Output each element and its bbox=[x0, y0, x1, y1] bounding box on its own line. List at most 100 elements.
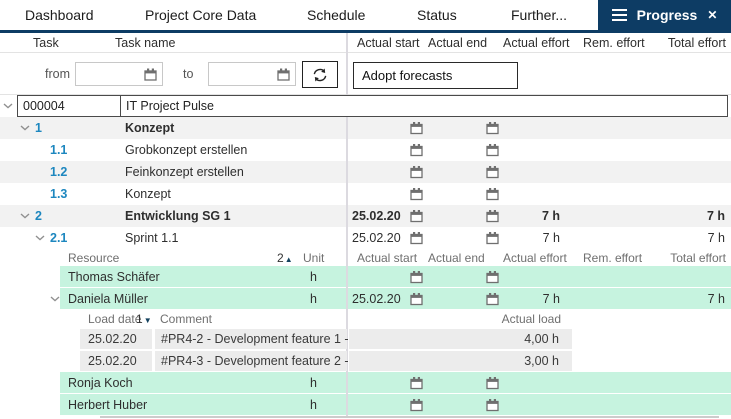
load-row-2: 25.02.20 #PR4-3 - Development feature 2 … bbox=[0, 350, 731, 372]
collapse-chevron-icon[interactable] bbox=[50, 296, 60, 302]
actual-start-value: 25.02.20 bbox=[352, 209, 401, 223]
unit-value: h bbox=[310, 398, 317, 412]
actual-start-value: 25.02.20 bbox=[352, 231, 401, 245]
to-date-input[interactable] bbox=[211, 64, 273, 84]
task-number[interactable]: 2.1 bbox=[50, 231, 67, 245]
actual-effort-value: 7 h bbox=[543, 292, 560, 306]
task-name[interactable]: Grobkonzept erstellen bbox=[125, 143, 247, 157]
tab-status[interactable]: Status bbox=[417, 0, 457, 30]
menu-icon[interactable] bbox=[612, 9, 627, 22]
tab-schedule[interactable]: Schedule bbox=[307, 0, 365, 30]
refresh-icon bbox=[310, 65, 330, 85]
collapse-chevron-icon[interactable] bbox=[20, 213, 30, 219]
filter-row: from to Adopt forecasts bbox=[0, 53, 731, 95]
from-date-input[interactable] bbox=[78, 64, 140, 84]
calendar-icon[interactable] bbox=[277, 68, 290, 81]
actual-end-calendar-icon[interactable] bbox=[486, 122, 499, 135]
from-date-field[interactable] bbox=[75, 62, 163, 86]
actual-end-calendar-icon[interactable] bbox=[486, 399, 499, 412]
tab-dashboard[interactable]: Dashboard bbox=[25, 0, 94, 30]
task-name[interactable]: Konzept bbox=[125, 121, 174, 135]
resource-row-herbert-huber: Herbert Huber h bbox=[0, 394, 731, 416]
sort-indicator-resource[interactable]: 2▲ bbox=[277, 251, 293, 265]
unit-value: h bbox=[310, 270, 317, 284]
table-bottom-border bbox=[100, 416, 719, 418]
project-name-field[interactable]: IT Project Pulse bbox=[122, 96, 727, 116]
collapse-chevron-icon[interactable] bbox=[20, 125, 30, 131]
actual-end-calendar-icon[interactable] bbox=[486, 210, 499, 223]
actual-start-calendar-icon[interactable] bbox=[410, 271, 423, 284]
actual-start-calendar-icon[interactable] bbox=[410, 232, 423, 245]
load-date-value: 25.02.20 bbox=[80, 329, 152, 349]
actual-end-calendar-icon[interactable] bbox=[486, 293, 499, 306]
col-header-comment[interactable]: Comment bbox=[160, 312, 212, 326]
resource-row-band bbox=[60, 394, 731, 415]
adopt-forecasts-button[interactable]: Adopt forecasts bbox=[353, 62, 518, 89]
col-header-actual-effort[interactable]: Actual effort bbox=[503, 251, 567, 265]
tab-further[interactable]: Further... bbox=[511, 0, 567, 30]
task-name[interactable]: Sprint 1.1 bbox=[125, 231, 179, 245]
task-number[interactable]: 1 bbox=[35, 121, 42, 135]
col-header-rem-effort[interactable]: Rem. effort bbox=[583, 36, 645, 50]
collapse-chevron-icon[interactable] bbox=[3, 103, 13, 109]
col-header-load-date[interactable]: Load date bbox=[88, 312, 141, 326]
task-name[interactable]: Entwicklung SG 1 bbox=[125, 209, 231, 223]
col-header-actual-start[interactable]: Actual start bbox=[357, 251, 417, 265]
refresh-button[interactable] bbox=[302, 61, 338, 88]
resource-row-ronja-koch: Ronja Koch h bbox=[0, 372, 731, 394]
task-row-2: 2 Entwicklung SG 1 25.02.20 7 h 7 h bbox=[0, 205, 731, 227]
resource-row-band bbox=[60, 266, 731, 287]
actual-start-calendar-icon[interactable] bbox=[410, 122, 423, 135]
actual-end-calendar-icon[interactable] bbox=[486, 271, 499, 284]
col-header-task[interactable]: Task bbox=[33, 36, 59, 50]
actual-end-calendar-icon[interactable] bbox=[486, 166, 499, 179]
col-header-total-effort[interactable]: Total effort bbox=[670, 251, 726, 265]
project-id-field[interactable]: 000004 bbox=[18, 96, 121, 116]
task-number[interactable]: 1.1 bbox=[50, 143, 67, 157]
col-header-actual-end[interactable]: Actual end bbox=[428, 36, 487, 50]
col-header-total-effort[interactable]: Total effort bbox=[668, 36, 726, 50]
resource-row-thomas-schaefer: Thomas Schäfer h bbox=[0, 266, 731, 288]
col-header-actual-effort[interactable]: Actual effort bbox=[503, 36, 569, 50]
actual-start-calendar-icon[interactable] bbox=[410, 166, 423, 179]
col-header-actual-load[interactable]: Actual load bbox=[502, 312, 561, 326]
actual-start-calendar-icon[interactable] bbox=[410, 293, 423, 306]
resource-name: Daniela Müller bbox=[68, 292, 148, 306]
task-number[interactable]: 1.2 bbox=[50, 165, 67, 179]
total-effort-value: 7 h bbox=[708, 231, 725, 245]
total-effort-value: 7 h bbox=[708, 292, 725, 306]
actual-start-calendar-icon[interactable] bbox=[410, 188, 423, 201]
actual-end-calendar-icon[interactable] bbox=[486, 188, 499, 201]
actual-start-calendar-icon[interactable] bbox=[410, 210, 423, 223]
project-edit-box: 000004 IT Project Pulse bbox=[17, 95, 728, 117]
tab-progress-label: Progress bbox=[637, 0, 698, 30]
col-header-resource[interactable]: Resource bbox=[68, 251, 119, 265]
task-row-2-1: 2.1 Sprint 1.1 25.02.20 7 h 7 h bbox=[0, 227, 731, 249]
actual-end-calendar-icon[interactable] bbox=[486, 232, 499, 245]
col-header-actual-end[interactable]: Actual end bbox=[428, 251, 485, 265]
to-date-field[interactable] bbox=[208, 62, 296, 86]
col-header-actual-start[interactable]: Actual start bbox=[357, 36, 420, 50]
col-header-unit[interactable]: Unit bbox=[303, 251, 324, 265]
tab-progress[interactable]: Progress ✕ bbox=[598, 0, 731, 30]
sort-indicator-load-date[interactable]: 1▼ bbox=[136, 312, 152, 326]
collapse-chevron-icon[interactable] bbox=[35, 235, 45, 241]
actual-start-calendar-icon[interactable] bbox=[410, 399, 423, 412]
task-number[interactable]: 2 bbox=[35, 209, 42, 223]
col-header-rem-effort[interactable]: Rem. effort bbox=[583, 251, 642, 265]
col-header-task-name[interactable]: Task name bbox=[115, 36, 175, 50]
actual-end-calendar-icon[interactable] bbox=[486, 377, 499, 390]
task-number[interactable]: 1.3 bbox=[50, 187, 67, 201]
progress-grid: Task Task name Actual start Actual end A… bbox=[0, 33, 731, 419]
actual-start-calendar-icon[interactable] bbox=[410, 377, 423, 390]
actual-end-calendar-icon[interactable] bbox=[486, 144, 499, 157]
sort-priority: 2 bbox=[277, 251, 284, 265]
tab-project-core-data[interactable]: Project Core Data bbox=[145, 0, 256, 30]
task-name[interactable]: Konzept bbox=[125, 187, 171, 201]
actual-start-value: 25.02.20 bbox=[352, 292, 401, 306]
close-tab-icon[interactable]: ✕ bbox=[707, 9, 717, 21]
resource-name: Herbert Huber bbox=[68, 398, 147, 412]
task-name[interactable]: Feinkonzept erstellen bbox=[125, 165, 244, 179]
calendar-icon[interactable] bbox=[144, 68, 157, 81]
actual-start-calendar-icon[interactable] bbox=[410, 144, 423, 157]
